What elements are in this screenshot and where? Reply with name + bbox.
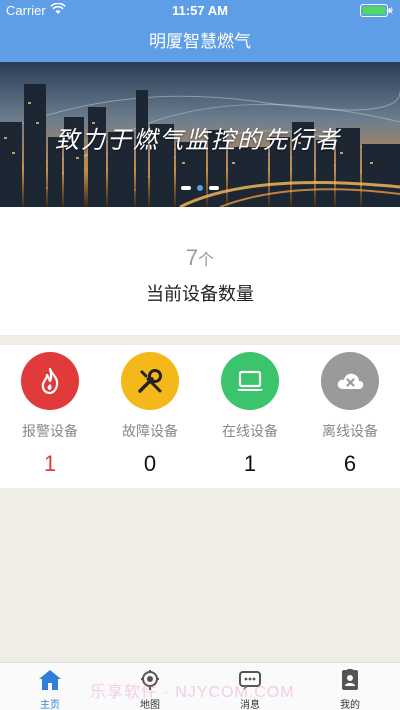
profile-icon: [342, 669, 358, 690]
online-device-circle: [221, 352, 279, 410]
page-title: 明厦智慧燃气: [149, 32, 251, 51]
device-count-card: 7个 当前设备数量: [0, 207, 400, 335]
device-count-label: 当前设备数量: [146, 284, 254, 304]
device-count: 7个: [0, 245, 400, 271]
carousel-dot-1[interactable]: [181, 185, 191, 190]
carousel-dot-3[interactable]: [209, 185, 219, 190]
cloud-offline-icon: [337, 373, 364, 389]
alarm-device-circle: [21, 352, 79, 410]
offline-devices-label: 离线设备: [322, 423, 378, 439]
tab-home-label: 主页: [40, 700, 60, 710]
carousel-dot-2[interactable]: [197, 184, 203, 191]
online-devices-count: 1: [243, 451, 257, 476]
offline-device-circle: [321, 352, 379, 410]
home-icon: [39, 670, 61, 690]
fault-devices-count: 0: [143, 451, 157, 476]
banner-carousel[interactable]: 致力于燃气监控的先行者: [0, 62, 400, 207]
online-devices-label: 在线设备: [222, 423, 278, 439]
status-bar: Carrier 11:57 AM: [0, 0, 400, 22]
device-count-unit: 个: [198, 252, 215, 269]
fault-devices-label: 故障设备: [122, 423, 178, 439]
laptop-icon: [237, 370, 263, 391]
alarm-devices-label: 报警设备: [22, 423, 78, 439]
nav-bar: 明厦智慧燃气: [0, 22, 400, 62]
tab-home[interactable]: 主页: [0, 663, 100, 710]
device-count-value: 7: [185, 245, 199, 270]
tab-profile-label: 我的: [340, 700, 360, 710]
status-time: 11:57 AM: [172, 3, 228, 18]
device-status-panel: 报警设备 1 故障设备 0 在线设备 1 离线设备 6: [0, 345, 400, 488]
fault-device-circle: [121, 352, 179, 410]
carousel-indicator[interactable]: [0, 179, 400, 197]
banner-slogan: 致力于燃气监控的先行者: [55, 126, 341, 154]
wrench-icon: [138, 369, 162, 393]
battery-icon: [360, 4, 394, 20]
tab-profile[interactable]: 我的: [300, 663, 400, 710]
watermark-text: 乐享软件 · NJYCOM.COM: [90, 684, 295, 701]
alarm-devices-count: 1: [43, 451, 57, 476]
flame-icon: [41, 367, 59, 395]
offline-devices-count: 6: [343, 451, 357, 476]
